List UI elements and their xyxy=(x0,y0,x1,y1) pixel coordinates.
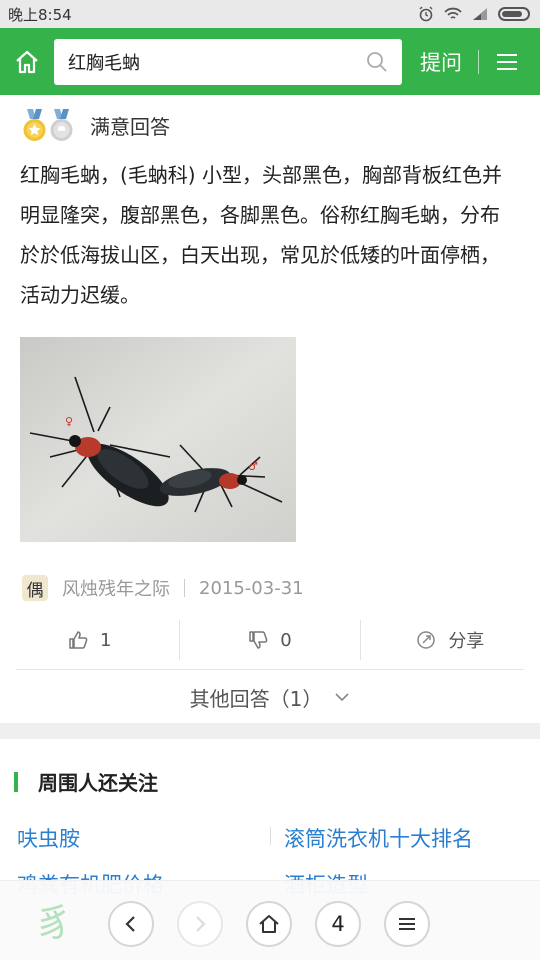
author-separator xyxy=(184,579,185,597)
answer-date: 2015-03-31 xyxy=(199,577,304,599)
gold-medal-icon xyxy=(23,109,46,141)
thumbs-up-icon xyxy=(69,631,88,649)
alarm-icon xyxy=(419,6,433,22)
forward-button[interactable] xyxy=(177,901,223,947)
home-icon xyxy=(259,915,279,933)
back-button[interactable] xyxy=(108,901,154,947)
other-answers-toggle[interactable]: 其他回答（1） xyxy=(16,669,524,724)
status-bar: 晚上8:54 xyxy=(0,0,540,28)
answer-author-row: 偶 风烛残年之际 2015-03-31 xyxy=(22,575,304,601)
dislike-button[interactable]: 0 xyxy=(179,620,359,660)
share-icon xyxy=(417,631,436,649)
menu-icon xyxy=(399,918,415,930)
search-icon[interactable] xyxy=(366,51,388,73)
browser-home-button[interactable] xyxy=(246,901,292,947)
browser-menu-button[interactable] xyxy=(384,901,430,947)
header-bar: 红胸毛蚋 提问 xyxy=(0,28,540,95)
silver-medal-icon xyxy=(50,109,73,141)
browser-toolbar: 豸 4 xyxy=(0,880,540,960)
status-icons xyxy=(418,6,530,22)
tabs-button[interactable]: 4 xyxy=(315,901,361,947)
svg-text:♀: ♀ xyxy=(65,415,73,428)
thumbs-down-icon xyxy=(249,631,268,649)
answer-text: 红胸毛蚋，(毛蚋科) 小型，头部黑色，胸部背板红色并明显隆突，腹部黑色，各脚黑色… xyxy=(20,163,502,307)
chevron-left-icon xyxy=(125,916,135,932)
related-title: 周围人还关注 xyxy=(14,767,158,796)
like-button[interactable]: 1 xyxy=(0,620,179,660)
tab-count: 4 xyxy=(331,912,345,936)
title-accent-bar xyxy=(14,771,18,792)
menu-button[interactable] xyxy=(479,52,535,72)
related-title-text: 周围人还关注 xyxy=(38,771,158,795)
share-label: 分享 xyxy=(448,631,485,652)
signal-icon xyxy=(473,8,487,20)
author-name[interactable]: 风烛残年之际 xyxy=(62,575,170,601)
best-answer-label: 满意回答 xyxy=(90,115,170,139)
search-query: 红胸毛蚋 xyxy=(68,52,140,74)
related-link-1[interactable]: 呋虫胺 xyxy=(17,823,80,853)
insect-photo[interactable]: ♀ ♂ xyxy=(20,337,296,542)
avatar[interactable]: 偶 xyxy=(22,575,48,601)
menu-icon xyxy=(497,53,517,70)
browser-logo-icon: 豸 xyxy=(34,900,73,945)
chevron-right-icon xyxy=(196,916,206,932)
other-answers-label: 其他回答（1） xyxy=(189,686,323,711)
home-button[interactable] xyxy=(0,28,54,95)
ask-question-button[interactable]: 提问 xyxy=(418,47,464,77)
like-count: 1 xyxy=(99,629,112,651)
battery-icon xyxy=(498,7,530,21)
wifi-icon xyxy=(444,7,462,19)
dislike-count: 0 xyxy=(280,629,292,651)
related-link-2[interactable]: 滚筒洗衣机十大排名 xyxy=(284,823,473,853)
status-time: 晚上8:54 xyxy=(8,5,72,24)
chevron-down-icon xyxy=(335,693,349,702)
mating-insects-image: ♀ ♂ xyxy=(20,337,296,542)
vote-row: 1 0 分享 xyxy=(0,620,540,660)
best-answer-badge: 满意回答 xyxy=(22,109,170,142)
svg-text:♂: ♂ xyxy=(248,460,258,473)
section-divider xyxy=(0,723,540,739)
search-input[interactable]: 红胸毛蚋 xyxy=(54,38,402,85)
related-column-separator xyxy=(270,827,271,845)
share-button[interactable]: 分享 xyxy=(359,620,540,660)
home-icon xyxy=(16,50,38,73)
